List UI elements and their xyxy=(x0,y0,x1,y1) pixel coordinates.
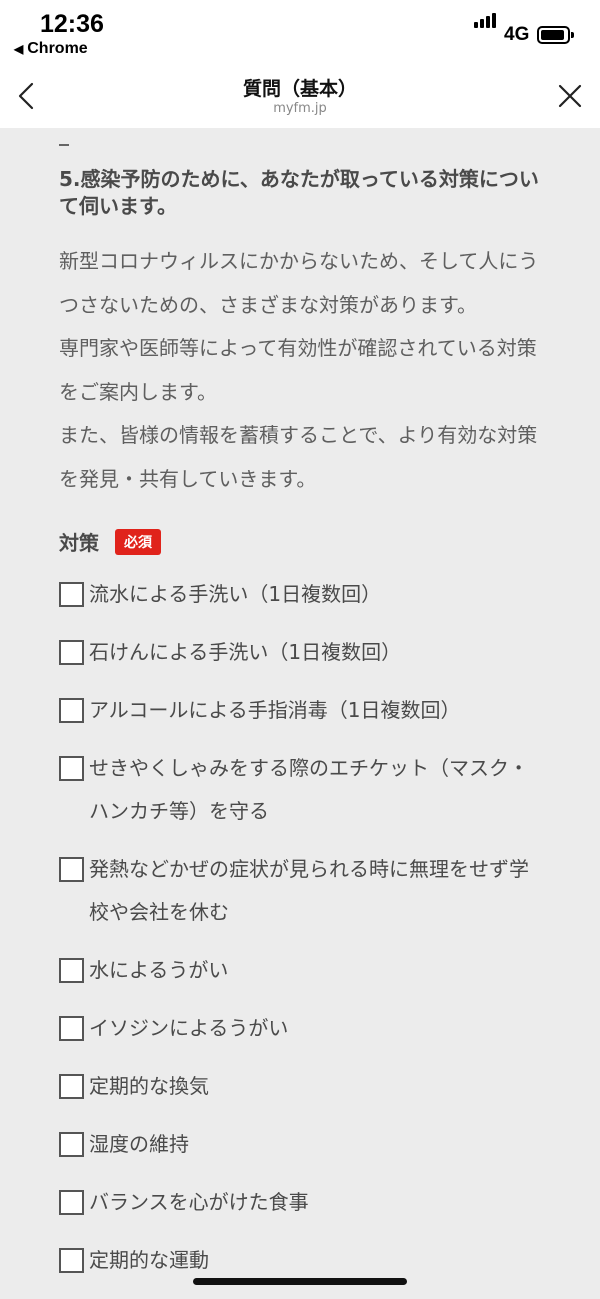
page-domain: myfm.jp xyxy=(273,101,327,116)
checkbox-label[interactable]: 水によるうがい xyxy=(89,949,539,992)
checkbox[interactable] xyxy=(59,756,84,781)
checkbox-option[interactable]: 水によるうがい xyxy=(59,949,539,992)
intro-paragraph: 新型コロナウィルスにかからないため、そして人にうつさないための、さまざまな対策が… xyxy=(59,249,539,317)
network-type: 4G xyxy=(504,24,530,45)
back-triangle-icon: ◀ xyxy=(14,42,24,56)
question-intro: 新型コロナウィルスにかからないため、そして人にうつさないための、さまざまな対策が… xyxy=(59,240,539,501)
checkbox-label[interactable]: バランスを心がけた食事 xyxy=(89,1181,539,1224)
divider xyxy=(59,144,69,146)
checkbox[interactable] xyxy=(59,1016,84,1041)
checkbox-option[interactable]: 湿度の維持 xyxy=(59,1123,539,1166)
checkbox-label[interactable]: せきやくしゃみをする際のエチケット（マスク・ハンカチ等）を守る xyxy=(89,747,539,833)
checkbox-label[interactable]: 定期的な運動 xyxy=(89,1239,539,1282)
checkbox-option[interactable]: 定期的な運動 xyxy=(59,1239,539,1282)
checkbox-label[interactable]: 湿度の維持 xyxy=(89,1123,539,1166)
checkbox-label[interactable]: イソジンによるうがい xyxy=(89,1007,539,1050)
checkbox-label[interactable]: 定期的な換気 xyxy=(89,1065,539,1108)
checkbox-list: 流水による手洗い（1日複数回） 石けんによる手洗い（1日複数回） アルコールによ… xyxy=(59,573,539,1282)
checkbox[interactable] xyxy=(59,1132,84,1157)
battery-icon xyxy=(537,26,574,44)
question-title: 5.感染予防のために、あなたが取っている対策について伺います。 xyxy=(59,167,539,218)
required-badge: 必須 xyxy=(115,528,161,555)
back-app-label: Chrome xyxy=(27,40,88,57)
checkbox[interactable] xyxy=(59,640,84,665)
nav-bar: 質問（基本） myfm.jp xyxy=(0,66,600,128)
status-bar: 12:36 ◀ Chrome 4G xyxy=(0,0,600,66)
checkbox-option[interactable]: バランスを心がけた食事 xyxy=(59,1181,539,1224)
checkbox-label[interactable]: 発熱などかぜの症状が見られる時に無理をせず学校や会社を休む xyxy=(89,848,539,934)
page-title: 質問（基本） xyxy=(242,78,357,100)
checkbox-option[interactable]: せきやくしゃみをする際のエチケット（マスク・ハンカチ等）を守る xyxy=(59,747,539,833)
back-to-app[interactable]: ◀ Chrome xyxy=(14,40,88,58)
intro-paragraph: また、皆様の情報を蓄積することで、より有効な対策を発見・共有していきます。 xyxy=(59,423,538,491)
close-icon[interactable] xyxy=(556,82,584,110)
checkbox[interactable] xyxy=(59,958,84,983)
home-indicator[interactable] xyxy=(193,1278,407,1285)
checkbox-option[interactable]: 流水による手洗い（1日複数回） xyxy=(59,573,539,616)
checkbox-label[interactable]: 流水による手洗い（1日複数回） xyxy=(89,573,539,616)
checkbox-option[interactable]: イソジンによるうがい xyxy=(59,1007,539,1050)
checkbox[interactable] xyxy=(59,1190,84,1215)
status-time: 12:36 xyxy=(40,10,104,38)
checkbox[interactable] xyxy=(59,857,84,882)
checkbox-option[interactable]: 石けんによる手洗い（1日複数回） xyxy=(59,631,539,674)
checkbox-option[interactable]: アルコールによる手指消毒（1日複数回） xyxy=(59,689,539,732)
checkbox-option[interactable]: 定期的な換気 xyxy=(59,1065,539,1108)
checkbox[interactable] xyxy=(59,582,84,607)
checkbox-label[interactable]: アルコールによる手指消毒（1日複数回） xyxy=(89,689,539,732)
field-label-text: 対策 xyxy=(59,531,99,555)
checkbox[interactable] xyxy=(59,698,84,723)
field-label: 対策 必須 xyxy=(59,527,539,556)
checkbox-label[interactable]: 石けんによる手洗い（1日複数回） xyxy=(89,631,539,674)
intro-paragraph: 専門家や医師等によって有効性が確認されている対策をご案内します。 xyxy=(59,336,537,404)
checkbox-option[interactable]: 発熱などかぜの症状が見られる時に無理をせず学校や会社を休む xyxy=(59,848,539,934)
checkbox[interactable] xyxy=(59,1074,84,1099)
question-content: 5.感染予防のために、あなたが取っている対策について伺います。 新型コロナウィル… xyxy=(59,128,539,1297)
checkbox[interactable] xyxy=(59,1248,84,1273)
